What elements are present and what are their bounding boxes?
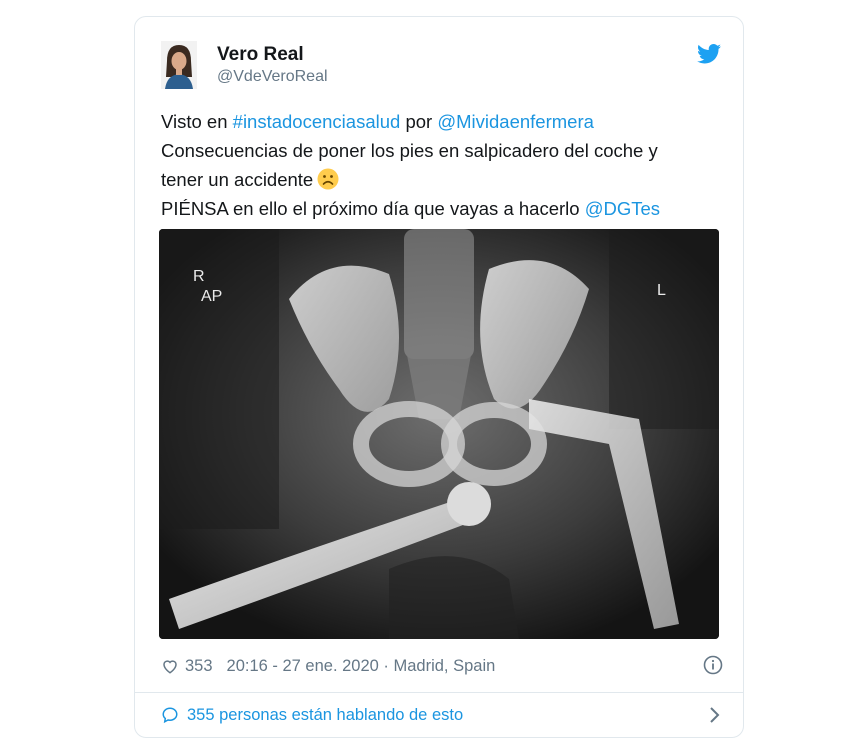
speech-bubble-icon xyxy=(162,707,178,724)
conversation-link[interactable]: 355 personas están hablando de esto xyxy=(161,703,721,727)
xray-image[interactable]: R AP L xyxy=(159,229,719,639)
tweet-timestamp-location[interactable]: 20:16 - 27 ene. 2020 · Madrid, Spain xyxy=(227,657,496,676)
mention-link-mividaenfermera[interactable]: @Mividaenfermera xyxy=(437,111,594,132)
tweet-text-line2: Consecuencias de poner los pies en salpi… xyxy=(161,140,658,161)
xray-label-l: L xyxy=(657,282,666,299)
xray-label-ap: AP xyxy=(201,288,222,305)
twitter-bird-icon[interactable] xyxy=(697,44,721,64)
conversation-count-text[interactable]: 355 personas están hablando de esto xyxy=(187,706,463,725)
author-handle[interactable]: @VdeVeroReal xyxy=(217,68,328,86)
tweet-text-line1-mid: por xyxy=(400,111,438,132)
xray-label-r: R xyxy=(193,268,205,285)
avatar[interactable] xyxy=(161,41,197,89)
author-name[interactable]: Vero Real xyxy=(217,44,304,66)
tweet-text-line3: tener un accidente xyxy=(161,169,314,190)
tweet-card: Vero Real @VdeVeroReal Visto en #instado… xyxy=(134,16,744,738)
mention-link-dgtes[interactable]: @DGTes xyxy=(585,198,660,219)
chevron-right-icon[interactable] xyxy=(709,706,721,724)
divider xyxy=(135,692,743,693)
tweet-text-line1-prefix: Visto en xyxy=(161,111,233,132)
like-count[interactable]: 353 xyxy=(185,657,213,676)
tweet-text-line4-prefix: PIÉNSA en ello el próximo día que vayas … xyxy=(161,198,585,219)
info-icon[interactable] xyxy=(703,655,723,675)
hashtag-link[interactable]: #instadocenciasalud xyxy=(233,111,401,132)
tweet-footer: 353 20:16 - 27 ene. 2020 · Madrid, Spain xyxy=(161,654,723,678)
tweet-text: Visto en #instadocenciasalud por @Mivida… xyxy=(161,107,721,223)
sad-face-emoji-icon xyxy=(317,168,339,190)
heart-icon[interactable] xyxy=(161,657,179,675)
